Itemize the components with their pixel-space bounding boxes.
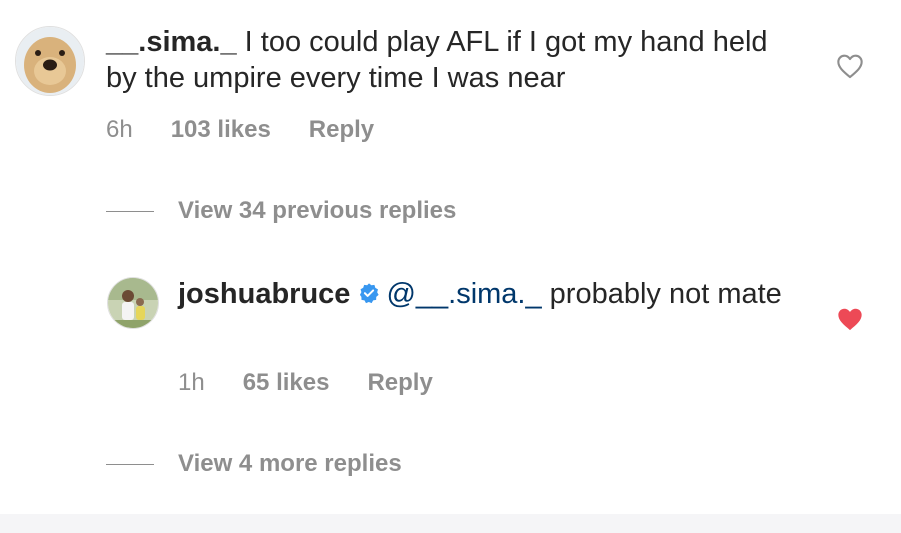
reply-time: 1h [178, 369, 205, 396]
comment-username[interactable]: __.sima._ [106, 26, 237, 58]
bottom-divider [0, 514, 901, 533]
heart-filled-icon[interactable] [836, 306, 864, 337]
comment-meta: 6h 103 likes Reply [106, 116, 374, 144]
heart-outline-icon[interactable] [836, 53, 864, 84]
reply-meta: 1h 65 likes Reply [178, 369, 433, 397]
reply-username[interactable]: joshuabruce [178, 278, 350, 310]
divider-line [106, 463, 154, 465]
dog-avatar-icon [16, 27, 84, 95]
view-previous-replies-label: View 34 previous replies [178, 197, 457, 224]
reply-body: probably not mate [541, 278, 782, 310]
reply-likes[interactable]: 65 likes [243, 369, 330, 397]
comment-likes[interactable]: 103 likes [171, 116, 271, 144]
verified-badge-icon [360, 283, 380, 304]
reply-text: joshuabruce @__.sima._ probably not mate [178, 276, 798, 312]
comment-reply-button[interactable]: Reply [309, 116, 374, 144]
avatar[interactable] [107, 277, 159, 329]
avatar[interactable] [15, 26, 85, 96]
view-more-replies-label: View 4 more replies [178, 450, 402, 477]
comment-time: 6h [106, 116, 133, 143]
reply-mention-link[interactable]: @__.sima._ [386, 278, 541, 310]
reply-reply-button[interactable]: Reply [367, 369, 432, 397]
view-previous-replies-button[interactable]: View 34 previous replies [106, 197, 456, 225]
profile-photo-icon [108, 278, 158, 328]
view-more-replies-button[interactable]: View 4 more replies [106, 450, 402, 478]
comment-text: __.sima._ I too could play AFL if I got … [106, 24, 806, 96]
divider-line [106, 210, 154, 212]
